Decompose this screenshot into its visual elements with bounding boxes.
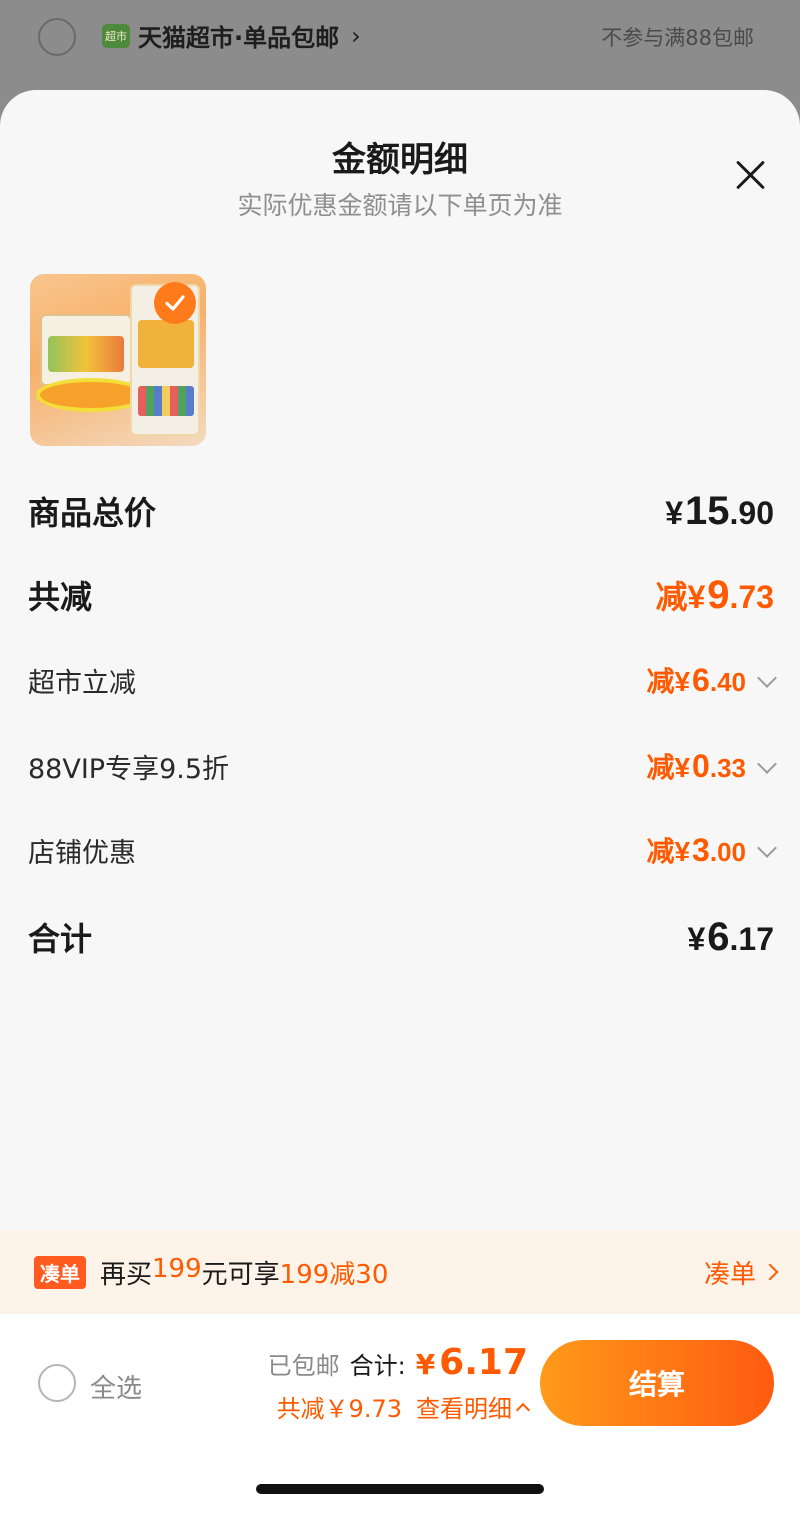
order-summary: 已包邮 合计: ¥ 6.17 共减￥9.73 查看明细 xyxy=(267,1342,531,1424)
total-discount-row: 共减 减¥ 9 .73 xyxy=(28,572,774,618)
discount-row-supermarket[interactable]: 超市立减 减¥ 6 .40 xyxy=(28,660,777,700)
chevron-down-icon xyxy=(757,668,777,688)
discount-label: 超市立减 xyxy=(28,667,136,699)
amount-decimal: .90 xyxy=(729,494,774,531)
store-link[interactable]: 超市 天猫超市·单品包邮 › xyxy=(102,18,361,53)
total-price-label: 商品总价 xyxy=(28,494,157,532)
select-all-radio[interactable] xyxy=(38,1364,76,1402)
amount-integer: 9 xyxy=(707,573,730,617)
free-shipping-label: 已包邮 xyxy=(267,1352,340,1380)
promo-text-part: 再买 xyxy=(100,1259,153,1290)
add-on-link[interactable]: 凑单 xyxy=(703,1254,779,1291)
product-image-box xyxy=(40,314,132,386)
amount-integer: 6 xyxy=(692,662,710,698)
home-indicator[interactable] xyxy=(256,1484,544,1494)
amount-integer: 3 xyxy=(692,832,710,868)
discount-amount: 减¥ 3 .00 xyxy=(646,830,777,870)
amount-integer: 15 xyxy=(685,488,730,533)
price-detail-sheet: 金额明细 实际优惠金额请以下单页为准 商品总价 ¥ 15 .90 共减 减¥ 9… xyxy=(0,90,800,1514)
discount-amount: 减¥ 6 .40 xyxy=(646,660,777,700)
discount-row-88vip[interactable]: 88VIP专享9.5折 减¥ 0 .33 xyxy=(28,746,777,786)
close-icon[interactable] xyxy=(734,158,768,192)
total-amount: ¥ 6.17 xyxy=(416,1342,528,1383)
promo-offer: 199减30 xyxy=(279,1259,389,1290)
currency-prefix: 减¥ xyxy=(646,752,691,783)
currency-prefix: 减¥ xyxy=(655,579,706,615)
currency-prefix: ¥ xyxy=(687,920,706,957)
total-discount-amount: 减¥ 9 .73 xyxy=(655,572,774,618)
amount-decimal: .40 xyxy=(709,667,746,697)
chevron-down-icon xyxy=(757,754,777,774)
add-on-promo-bar[interactable]: 凑单 再买 199 元可享 199减30 凑单 xyxy=(0,1230,800,1314)
total-price-amount: ¥ 15 .90 xyxy=(665,489,774,534)
discount-summary: 共减￥9.73 xyxy=(276,1395,402,1423)
select-all-label[interactable]: 全选 xyxy=(90,1368,142,1405)
total-label: 合计: xyxy=(349,1352,406,1380)
amount-decimal: .17 xyxy=(729,920,774,957)
view-details-link[interactable]: 查看明细 xyxy=(416,1389,531,1424)
view-details-label: 查看明细 xyxy=(416,1395,512,1423)
add-on-link-label: 凑单 xyxy=(703,1259,756,1290)
chevron-right-icon xyxy=(761,1263,779,1281)
promo-text-part: 元可享 xyxy=(201,1259,280,1290)
discount-amount: 减¥ 0 .33 xyxy=(646,746,777,786)
chevron-down-icon xyxy=(757,838,777,858)
currency-prefix: 减¥ xyxy=(646,666,691,697)
promo-tag: 凑单 xyxy=(34,1255,86,1289)
sum-amount: ¥ 6 .17 xyxy=(687,915,774,960)
total-discount-label: 共减 xyxy=(28,578,93,616)
sheet-title: 金额明细 xyxy=(332,140,468,180)
chevron-right-icon: › xyxy=(351,21,361,50)
discount-label: 88VIP专享9.5折 xyxy=(28,753,230,785)
currency-prefix: ¥ xyxy=(665,494,684,531)
discount-row-store[interactable]: 店铺优惠 减¥ 3 .00 xyxy=(28,830,777,870)
discount-label: 店铺优惠 xyxy=(28,837,136,869)
store-select-radio[interactable] xyxy=(38,18,76,56)
currency-prefix: 减¥ xyxy=(646,836,691,867)
currency-prefix: ¥ xyxy=(415,1348,436,1381)
product-thumbnail[interactable] xyxy=(30,274,206,446)
shipping-note: 不参与满88包邮 xyxy=(601,26,754,50)
amount-integer: 6 xyxy=(707,914,730,959)
promo-amount: 199 xyxy=(152,1253,202,1284)
amount-decimal: .33 xyxy=(709,753,746,783)
checkout-button[interactable]: 结算 xyxy=(540,1340,774,1426)
tmall-market-badge-icon: 超市 xyxy=(102,23,130,48)
chevron-up-icon xyxy=(515,1402,531,1417)
sum-row: 合计 ¥ 6 .17 xyxy=(28,914,774,960)
promo-text: 再买 199 元可享 199减30 xyxy=(100,1254,388,1291)
sheet-subtitle: 实际优惠金额请以下单页为准 xyxy=(237,191,563,220)
selected-check-icon[interactable] xyxy=(154,282,196,324)
store-name: 天猫超市·单品包邮 xyxy=(138,24,340,52)
amount-decimal: .00 xyxy=(709,837,746,867)
total-value: 6.17 xyxy=(439,1342,528,1383)
amount-decimal: .73 xyxy=(729,579,774,615)
amount-integer: 0 xyxy=(692,748,710,784)
total-price-row: 商品总价 ¥ 15 .90 xyxy=(28,488,774,534)
sum-label: 合计 xyxy=(28,920,93,958)
